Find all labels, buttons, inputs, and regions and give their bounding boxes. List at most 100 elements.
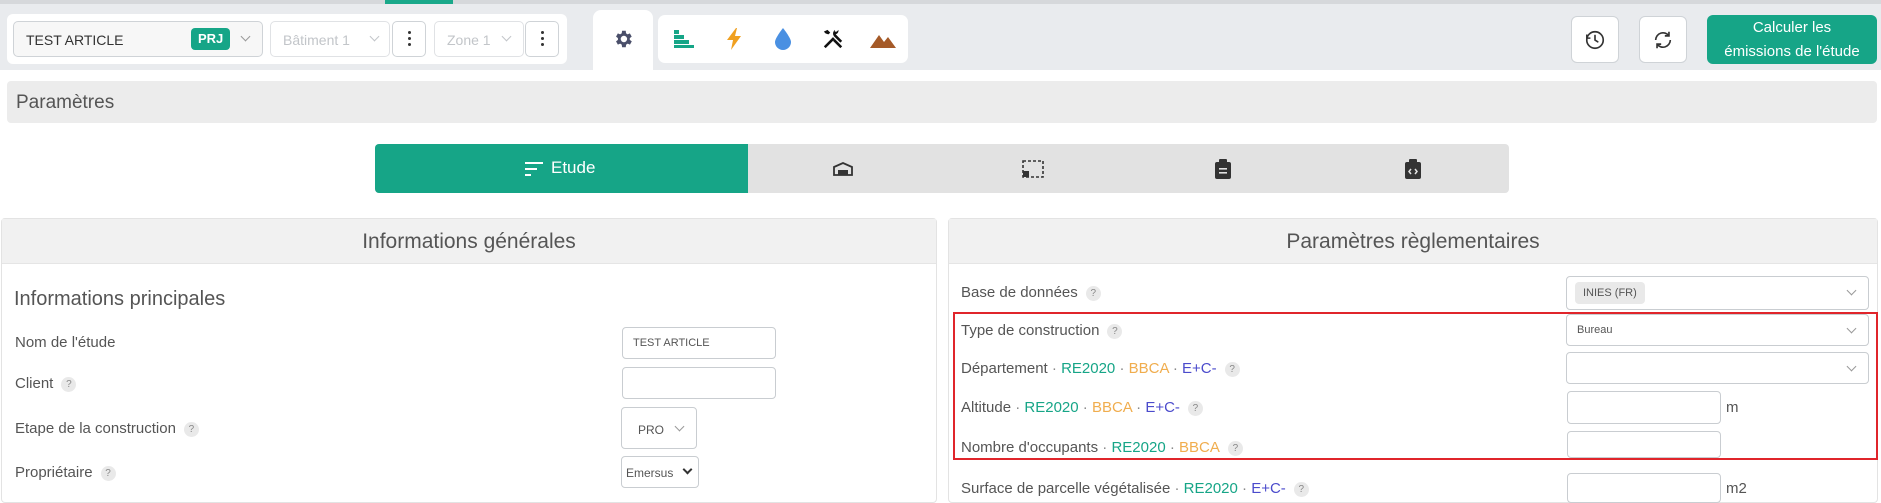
help-icon[interactable]: ? xyxy=(1227,441,1243,456)
occupants-label: Nombre d'occupants · RE2020 · BBCA? xyxy=(961,439,1243,456)
tab-etude[interactable]: Etude xyxy=(375,144,748,193)
ec-tag: E+C- xyxy=(1182,360,1217,377)
building-select-value: Bâtiment 1 xyxy=(283,32,350,48)
building-menu-button[interactable] xyxy=(392,21,426,57)
tab-etude-label: Etude xyxy=(551,158,596,177)
tab-export[interactable] xyxy=(1318,144,1509,193)
settings-tabs: Etude xyxy=(375,144,1509,193)
construction-type-label: Type de construction? xyxy=(961,322,1123,339)
stage-select[interactable]: PRO xyxy=(621,407,697,449)
stage-value: PRO xyxy=(638,423,665,437)
kebab-icon xyxy=(541,31,544,34)
help-icon[interactable]: ? xyxy=(1107,324,1123,339)
bbca-tag: BBCA xyxy=(1091,399,1132,416)
tab-area[interactable] xyxy=(938,144,1128,193)
project-badge: PRJ xyxy=(191,28,231,50)
owner-value: Emersus xyxy=(626,466,674,480)
top-strip xyxy=(0,0,1881,4)
green-area-unit: m2 xyxy=(1726,480,1747,497)
chevron-down-icon xyxy=(674,421,685,432)
zone-menu-button[interactable] xyxy=(525,21,559,57)
re2020-tag: RE2020 xyxy=(1183,480,1238,497)
lightning-icon[interactable] xyxy=(726,28,742,50)
general-info-panel: Informations générales xyxy=(1,218,937,503)
department-select[interactable] xyxy=(1566,352,1869,384)
gear-icon xyxy=(616,30,632,48)
general-info-title: Informations générales xyxy=(2,219,936,264)
building-select[interactable]: Bâtiment 1 xyxy=(270,21,390,57)
help-icon[interactable]: ? xyxy=(1085,286,1101,301)
calculate-emissions-button[interactable]: Calculer les émissions de l'étude xyxy=(1707,15,1877,64)
construction-type-select[interactable]: Bureau xyxy=(1566,314,1869,346)
client-input[interactable] xyxy=(622,367,776,399)
help-icon[interactable]: ? xyxy=(61,377,77,392)
project-select-value: TEST ARTICLE xyxy=(26,32,124,48)
help-icon[interactable]: ? xyxy=(1224,362,1240,377)
page-title: Paramètres xyxy=(16,92,115,113)
altitude-label: Altitude · RE2020 · BBCA · E+C-? xyxy=(961,399,1203,416)
help-icon[interactable]: ? xyxy=(1293,482,1309,497)
help-icon[interactable]: ? xyxy=(1187,401,1203,416)
database-select[interactable]: INIES (FR) xyxy=(1566,276,1869,310)
tab-checklist[interactable] xyxy=(1128,144,1318,193)
refresh-button[interactable] xyxy=(1639,16,1687,63)
database-label: Base de données? xyxy=(961,284,1101,301)
module-icon-group xyxy=(658,15,908,63)
tools-icon[interactable] xyxy=(822,28,844,50)
refresh-icon xyxy=(1654,31,1672,49)
green-area-input[interactable] xyxy=(1567,473,1721,503)
owner-label: Propriétaire? xyxy=(15,464,116,481)
help-icon[interactable]: ? xyxy=(100,466,116,481)
chevron-down-icon xyxy=(682,464,693,475)
chevron-down-icon xyxy=(1846,323,1857,334)
zone-select[interactable]: Zone 1 xyxy=(434,21,524,57)
ec-tag: E+C- xyxy=(1145,399,1180,416)
tab-building[interactable] xyxy=(748,144,938,193)
calculate-button-line1: Calculer les xyxy=(1752,19,1832,36)
sort-lines-icon xyxy=(525,162,543,176)
client-label: Client? xyxy=(15,375,77,392)
page-title-bar: Paramètres xyxy=(7,81,1877,123)
study-name-label: Nom de l'étude xyxy=(15,334,116,351)
calculate-button-line2: émissions de l'étude xyxy=(1724,43,1860,60)
history-icon xyxy=(1585,30,1605,50)
altitude-input[interactable] xyxy=(1567,391,1721,424)
altitude-unit: m xyxy=(1726,399,1739,416)
chevron-down-icon xyxy=(1846,285,1857,296)
regulatory-title: Paramètres règlementaires xyxy=(949,219,1877,264)
department-label: Département · RE2020 · BBCA · E+C-? xyxy=(961,360,1240,377)
kebab-icon xyxy=(408,31,411,34)
project-select[interactable]: TEST ARTICLE PRJ xyxy=(13,21,263,57)
re2020-tag: RE2020 xyxy=(1111,439,1166,456)
green-area-label: Surface de parcelle végétalisée · RE2020… xyxy=(961,480,1309,497)
stairs-icon[interactable] xyxy=(674,30,694,48)
chevron-down-icon xyxy=(1846,361,1857,372)
chevron-down-icon xyxy=(369,31,380,42)
box-icon xyxy=(833,162,853,176)
top-strip-accent xyxy=(385,0,453,4)
ec-tag: E+C- xyxy=(1251,480,1286,497)
zone-select-value: Zone 1 xyxy=(447,32,491,48)
database-chip: INIES (FR) xyxy=(1575,282,1645,304)
study-name-value: TEST ARTICLE xyxy=(633,337,710,349)
help-icon[interactable]: ? xyxy=(183,422,199,437)
chevron-down-icon xyxy=(240,31,251,42)
code-clipboard-icon xyxy=(1405,159,1421,179)
owner-select[interactable]: Emersus xyxy=(621,456,699,488)
mountains-icon[interactable] xyxy=(870,32,896,48)
bbca-tag: BBCA xyxy=(1128,360,1169,377)
settings-tab[interactable] xyxy=(593,10,653,70)
dashed-area-icon xyxy=(1022,160,1044,178)
history-button[interactable] xyxy=(1571,16,1619,63)
construction-type-value: Bureau xyxy=(1577,324,1613,336)
main-info-section-title: Informations principales xyxy=(14,288,226,310)
stage-label: Etape de la construction? xyxy=(15,420,199,437)
re2020-tag: RE2020 xyxy=(1061,360,1116,377)
clipboard-icon xyxy=(1215,159,1231,179)
chevron-down-icon xyxy=(501,31,512,42)
occupants-input[interactable] xyxy=(1567,431,1721,458)
bbca-tag: BBCA xyxy=(1179,439,1220,456)
study-name-input[interactable]: TEST ARTICLE xyxy=(622,327,776,359)
re2020-tag: RE2020 xyxy=(1024,399,1079,416)
water-drop-icon[interactable] xyxy=(775,28,791,50)
